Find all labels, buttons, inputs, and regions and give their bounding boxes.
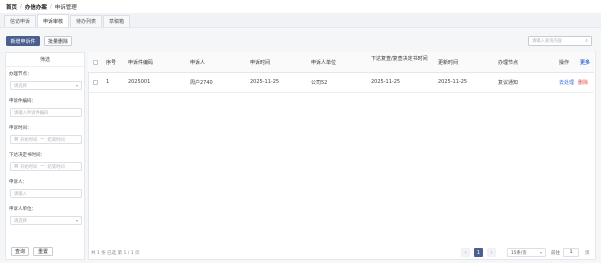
table-header: 序号 申诉件编码 申诉人 申诉时间 申诉人单位 下达复查/复查决定书时间 更新时…	[88, 52, 594, 73]
page-size-select[interactable]: 15条/页 ▾	[507, 248, 546, 257]
new-appeal-button[interactable]: 新增申诉件	[6, 36, 40, 46]
breadcrumb-current: 申诉管理	[54, 4, 77, 11]
search-icon: ⌕	[585, 38, 588, 44]
col-decision-time: 下达复查/复查决定书时间	[371, 56, 428, 62]
cell-decision-time: 2025-11-25	[371, 79, 401, 85]
breadcrumb-section[interactable]: 办信办案	[25, 3, 47, 11]
filter-time-range[interactable]: ▦ 开始时间 — 结束时间	[10, 135, 82, 144]
cell-index: 1	[106, 79, 110, 85]
filter-unit-placeholder: 请选择	[14, 218, 27, 224]
filter-unit-label: 申诉人单位：	[9, 207, 36, 212]
range-separator: —	[40, 137, 45, 142]
process-link[interactable]: 去处理	[559, 79, 574, 86]
filter-node-label: 办理节点：	[9, 72, 32, 77]
filter-person-input[interactable]: 请输入	[10, 189, 82, 198]
results-table: 序号 申诉件编码 申诉人 申诉时间 申诉人单位 下达复查/复查决定书时间 更新时…	[88, 52, 596, 260]
page-size-value: 15条/页	[511, 250, 527, 256]
row-checkbox[interactable]	[93, 80, 98, 85]
chevron-down-icon: ▾	[539, 250, 542, 255]
cell-code: 2025001	[128, 79, 151, 85]
filter-code-label: 申诉件编码：	[9, 99, 36, 104]
goto-label: 前往	[551, 251, 560, 256]
chevron-down-icon: ▾	[75, 218, 78, 223]
calendar-icon: ▦	[14, 164, 19, 169]
col-action: 操作	[559, 60, 570, 66]
col-code: 申诉件编码	[128, 60, 154, 66]
page-button-current[interactable]: 1	[474, 248, 483, 257]
cell-time: 2025-11-25	[250, 79, 280, 85]
filter-time-start: 开始时间	[20, 137, 38, 143]
cell-node: 复议通知	[498, 80, 519, 86]
filter-decision-start: 开始时间	[20, 164, 38, 170]
pagination: 共 1 条 已选 第 1 / 1 页 ‹ 1 › 15条/页 ▾ 前往 1 页	[88, 247, 594, 259]
tab-bar: 信访申诉 申诉审核 待办列表 草稿箱	[4, 14, 131, 27]
filter-code-input[interactable]: 请输入申诉件编码	[10, 108, 82, 117]
chevron-down-icon: ▾	[75, 83, 78, 88]
col-update-time: 更新时间	[438, 60, 459, 66]
more-columns-link[interactable]: 更多	[580, 60, 590, 67]
filter-decision-range[interactable]: ▦ 开始时间 — 结束时间	[10, 162, 82, 171]
delete-link[interactable]: 删除	[578, 79, 588, 86]
tab-drafts[interactable]: 草稿箱	[103, 15, 131, 27]
filter-person-label: 申诉人：	[9, 180, 27, 185]
filter-node-placeholder: 请选择	[14, 83, 27, 89]
prev-page-button[interactable]: ‹	[461, 248, 470, 257]
search-input[interactable]: 请输入查询内容 ⌕	[528, 36, 592, 46]
pagination-total: 共 1 条 已选 第 1 / 1 页	[91, 251, 140, 256]
col-index: 序号	[106, 60, 117, 66]
filter-time-end: 结束时间	[47, 137, 65, 143]
breadcrumb-separator: /	[49, 3, 52, 10]
filter-title: 筛选	[6, 53, 84, 67]
filter-decision-label: 下达决定书时间：	[9, 153, 45, 158]
tab-todo[interactable]: 待办列表	[70, 15, 103, 27]
filter-code-placeholder: 请输入申诉件编码	[14, 110, 49, 116]
cell-unit: 公司52	[311, 80, 328, 86]
col-person: 申诉人	[190, 60, 206, 66]
cell-person: 周户2740	[190, 80, 213, 86]
search-button[interactable]: 查询	[11, 247, 29, 256]
filter-time-label: 申诉时间：	[9, 126, 32, 131]
filter-decision-end: 结束时间	[47, 164, 65, 170]
filter-panel: 筛选 办理节点： 请选择 ▾ 申诉件编码： 请输入申诉件编码 申诉时间： ▦ 开…	[5, 52, 85, 260]
tab-review[interactable]: 申诉审核	[37, 14, 70, 27]
tab-petition[interactable]: 信访申诉	[4, 15, 37, 27]
search-placeholder: 请输入查询内容	[532, 39, 563, 44]
col-time: 申诉时间	[250, 60, 271, 66]
col-unit: 申诉人单位	[311, 60, 337, 66]
col-node: 办理节点	[498, 60, 519, 66]
next-page-button[interactable]: ›	[487, 248, 496, 257]
reset-button[interactable]: 重置	[33, 247, 53, 256]
batch-delete-button[interactable]: 批量删除	[44, 36, 72, 46]
filter-unit-select[interactable]: 请选择 ▾	[10, 216, 82, 225]
goto-page-input[interactable]: 1	[563, 248, 579, 257]
breadcrumb-separator: /	[20, 3, 22, 10]
select-all-checkbox[interactable]	[93, 60, 98, 65]
page-suffix: 页	[585, 251, 590, 256]
breadcrumb: 首页 / 办信办案 / 申诉管理	[0, 0, 601, 13]
filter-person-placeholder: 请输入	[14, 191, 27, 197]
cell-update-time: 2025-11-25	[438, 79, 468, 85]
filter-node-select[interactable]: 请选择 ▾	[10, 81, 82, 90]
range-separator: —	[40, 164, 45, 169]
breadcrumb-home[interactable]: 首页	[6, 3, 17, 11]
calendar-icon: ▦	[14, 137, 19, 142]
table-row: 1 2025001 周户2740 2025-11-25 公司52 2025-11…	[88, 73, 594, 93]
